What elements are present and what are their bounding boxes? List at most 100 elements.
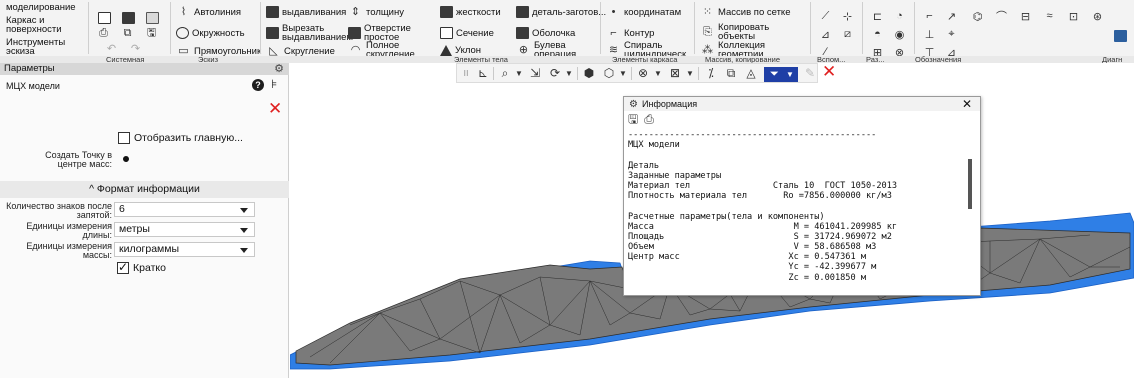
close-icon[interactable]: ✕: [268, 100, 282, 117]
ribbon-item-cut-extrude[interactable]: Вырезать выдавливанием: [266, 24, 353, 42]
ribbon-item-contour[interactable]: ⌐ Контур: [606, 27, 654, 39]
display-mode-icon[interactable]: ⊗: [635, 66, 651, 81]
tolerance-icon[interactable]: ⌖: [944, 28, 959, 40]
scrollbar-thumb[interactable]: [968, 159, 972, 209]
deviation-icon[interactable]: ≈: [1042, 10, 1057, 22]
leader-icon[interactable]: ↗: [944, 10, 959, 23]
close-icon[interactable]: ✕: [962, 97, 972, 111]
save-icon[interactable]: 🖫: [628, 113, 638, 126]
window-icon[interactable]: [146, 12, 159, 24]
brief-checkbox[interactable]: [117, 260, 129, 274]
contour-icon: ⌐: [610, 26, 617, 39]
mass-properties-icon[interactable]: ⊛: [1090, 10, 1105, 23]
info-line: Zc = 0.001850 м: [628, 272, 866, 283]
info-window-titlebar[interactable]: ⚙ Информация ✕: [624, 97, 980, 111]
draft-icon: [440, 45, 452, 56]
open-document-icon[interactable]: [122, 12, 135, 24]
edit-icon[interactable]: ✎: [802, 66, 818, 81]
chevron-down-icon[interactable]: ▼: [564, 66, 574, 81]
show-main-checkbox-row[interactable]: Отобразить главную...: [118, 132, 243, 144]
cancel-icon[interactable]: ✕: [822, 61, 836, 83]
ribbon-item-modeling[interactable]: моделирование: [6, 3, 76, 13]
chevron-down-icon[interactable]: ▼: [618, 66, 628, 81]
orientation-cube-icon[interactable]: ⬢: [581, 66, 597, 81]
group-label-size: Раз...: [866, 55, 885, 64]
redo-icon[interactable]: ↷: [128, 42, 143, 55]
info-line: Заданные параметры: [628, 170, 722, 181]
print-icon[interactable]: ⎙: [96, 27, 111, 39]
ribbon-separator: [88, 2, 89, 54]
layers-icon[interactable]: [1114, 30, 1127, 42]
pan-icon[interactable]: ⇲: [527, 66, 543, 81]
brief-label: Кратко: [133, 262, 166, 274]
gear-icon[interactable]: ⚙: [274, 63, 284, 75]
chevron-down-icon[interactable]: ▼: [685, 66, 695, 81]
ribbon-toolbar: моделирование Каркас и поверхности Инстр…: [0, 0, 1134, 63]
create-point-toggle[interactable]: [123, 156, 129, 162]
group-label-array: Массив, копирование: [705, 55, 781, 64]
base-icon[interactable]: ⊥: [922, 28, 937, 41]
point-icon: •: [611, 5, 616, 18]
ribbon-item-section[interactable]: Сечение: [440, 27, 494, 39]
sketch-plane-icon[interactable]: ⊿: [818, 28, 833, 41]
ribbon-item-grid-array[interactable]: ⁙ Массив по сетке: [700, 6, 791, 18]
toolbar-separator: [698, 67, 699, 80]
info-text-area[interactable]: ----------------------------------------…: [624, 130, 982, 296]
group-label-sketch: Эскиз: [198, 55, 219, 64]
ribbon-item-copy-objects[interactable]: ⎘ Копировать объекты: [700, 22, 770, 42]
grid-icon[interactable]: ⁝⁝: [459, 66, 473, 81]
tree-icon[interactable]: ⊧: [271, 78, 277, 91]
rotate-icon[interactable]: ⟳: [547, 66, 563, 81]
undo-icon[interactable]: ↶: [104, 42, 119, 55]
print-icon[interactable]: ⎙: [644, 113, 654, 126]
decimals-select[interactable]: 6: [114, 202, 255, 217]
ribbon-item-thickness[interactable]: ⇕ толщину: [348, 6, 404, 18]
brief-checkbox-row[interactable]: Кратко: [117, 260, 166, 274]
ribbon-item-circle[interactable]: Окружность: [176, 27, 245, 39]
offset-plane-icon[interactable]: ⧄: [840, 28, 855, 40]
angle-dimension-icon[interactable]: ◔: [892, 10, 907, 22]
diagnostic-icon[interactable]: ⌬: [970, 10, 985, 23]
help-icon[interactable]: ?: [252, 79, 264, 91]
sketch-view-icon[interactable]: ⊾: [475, 66, 491, 81]
copy-icon[interactable]: ⧉: [120, 27, 135, 39]
snap-icon[interactable]: ⁒: [703, 66, 719, 81]
roughness-icon[interactable]: ⌐: [922, 10, 937, 22]
info-window: ⚙ Информация ✕ 🖫 ⎙ ---------------------…: [623, 96, 981, 296]
diameter-dimension-icon[interactable]: ◉: [892, 28, 907, 41]
ribbon-item-sketch-tools[interactable]: Инструменты эскиза: [6, 38, 65, 57]
ribbon-item-frame-surfaces[interactable]: Каркас и поверхности: [6, 16, 64, 35]
ribbon-item-shell[interactable]: Оболочка: [516, 27, 575, 39]
orientation-icon[interactable]: ⬡: [601, 66, 617, 81]
visibility-icon[interactable]: ◬: [743, 66, 759, 81]
ribbon-item-by-coords[interactable]: • координатам: [606, 5, 682, 18]
info-line: Объем V = 58.686508 м3: [628, 242, 877, 253]
dimension-icon[interactable]: ⊏: [870, 10, 885, 23]
new-document-icon[interactable]: [98, 12, 111, 24]
info-line: Масса M = 461041.209985 кг: [628, 221, 898, 232]
mass-units-select[interactable]: килограммы: [114, 242, 255, 257]
show-main-checkbox[interactable]: [118, 132, 130, 144]
curvature-icon[interactable]: ⌒: [994, 10, 1009, 23]
chevron-down-icon[interactable]: ▼: [653, 66, 663, 81]
ribbon-item-label: Копировать объекты: [718, 22, 770, 42]
measure-icon[interactable]: ⊡: [1066, 10, 1081, 23]
radius-dimension-icon[interactable]: ◓: [870, 28, 885, 40]
group-label-system: Системная: [106, 55, 145, 64]
plane-icon[interactable]: ⟋: [818, 10, 833, 22]
ribbon-item-rib[interactable]: жесткости: [440, 6, 501, 18]
check-icon[interactable]: ⊟: [1018, 10, 1033, 23]
zoom-icon[interactable]: ⌕: [497, 66, 513, 81]
ribbon-item-blank-part[interactable]: деталь-заготов...: [516, 6, 606, 18]
save-icon[interactable]: 🖫: [144, 27, 159, 39]
chevron-down-icon[interactable]: ▼: [514, 66, 524, 81]
length-units-select[interactable]: метры: [114, 222, 255, 237]
mass-units-value: килограммы: [119, 243, 180, 255]
section-view-icon[interactable]: ⊠: [667, 66, 683, 81]
layers-view-icon[interactable]: ⧉: [723, 66, 739, 81]
info-format-section[interactable]: ^ Формат информации: [0, 181, 289, 198]
filter-button[interactable]: ⏷ ▼: [764, 67, 798, 82]
ribbon-item-extrude[interactable]: выдавливания: [266, 6, 346, 18]
ribbon-item-autoline[interactable]: ⌇ Автолиния: [176, 6, 241, 18]
axis-icon[interactable]: ⊹: [840, 10, 855, 23]
